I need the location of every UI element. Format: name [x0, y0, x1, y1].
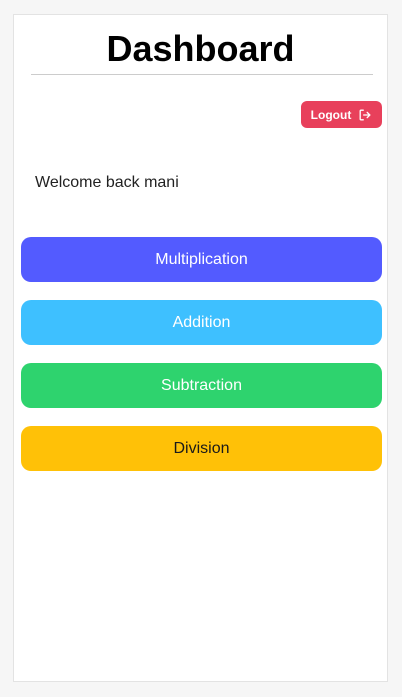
logout-label: Logout: [310, 107, 352, 122]
welcome-message: Welcome back mani: [35, 174, 179, 191]
dashboard-card: Dashboard Logout Welcome back mani Multi…: [13, 14, 388, 682]
logout-icon: [358, 108, 372, 122]
title-divider: [31, 74, 373, 75]
page-title: Dashboard: [106, 28, 295, 69]
subtraction-label: Subtraction: [161, 376, 242, 394]
multiplication-button[interactable]: Multiplication: [21, 237, 382, 282]
logout-button[interactable]: Logout: [301, 101, 382, 128]
addition-button[interactable]: Addition: [21, 300, 382, 345]
multiplication-label: Multiplication: [155, 250, 248, 268]
addition-label: Addition: [172, 313, 231, 331]
subtraction-button[interactable]: Subtraction: [21, 363, 382, 408]
division-label: Division: [173, 439, 230, 457]
division-button[interactable]: Division: [21, 426, 382, 471]
